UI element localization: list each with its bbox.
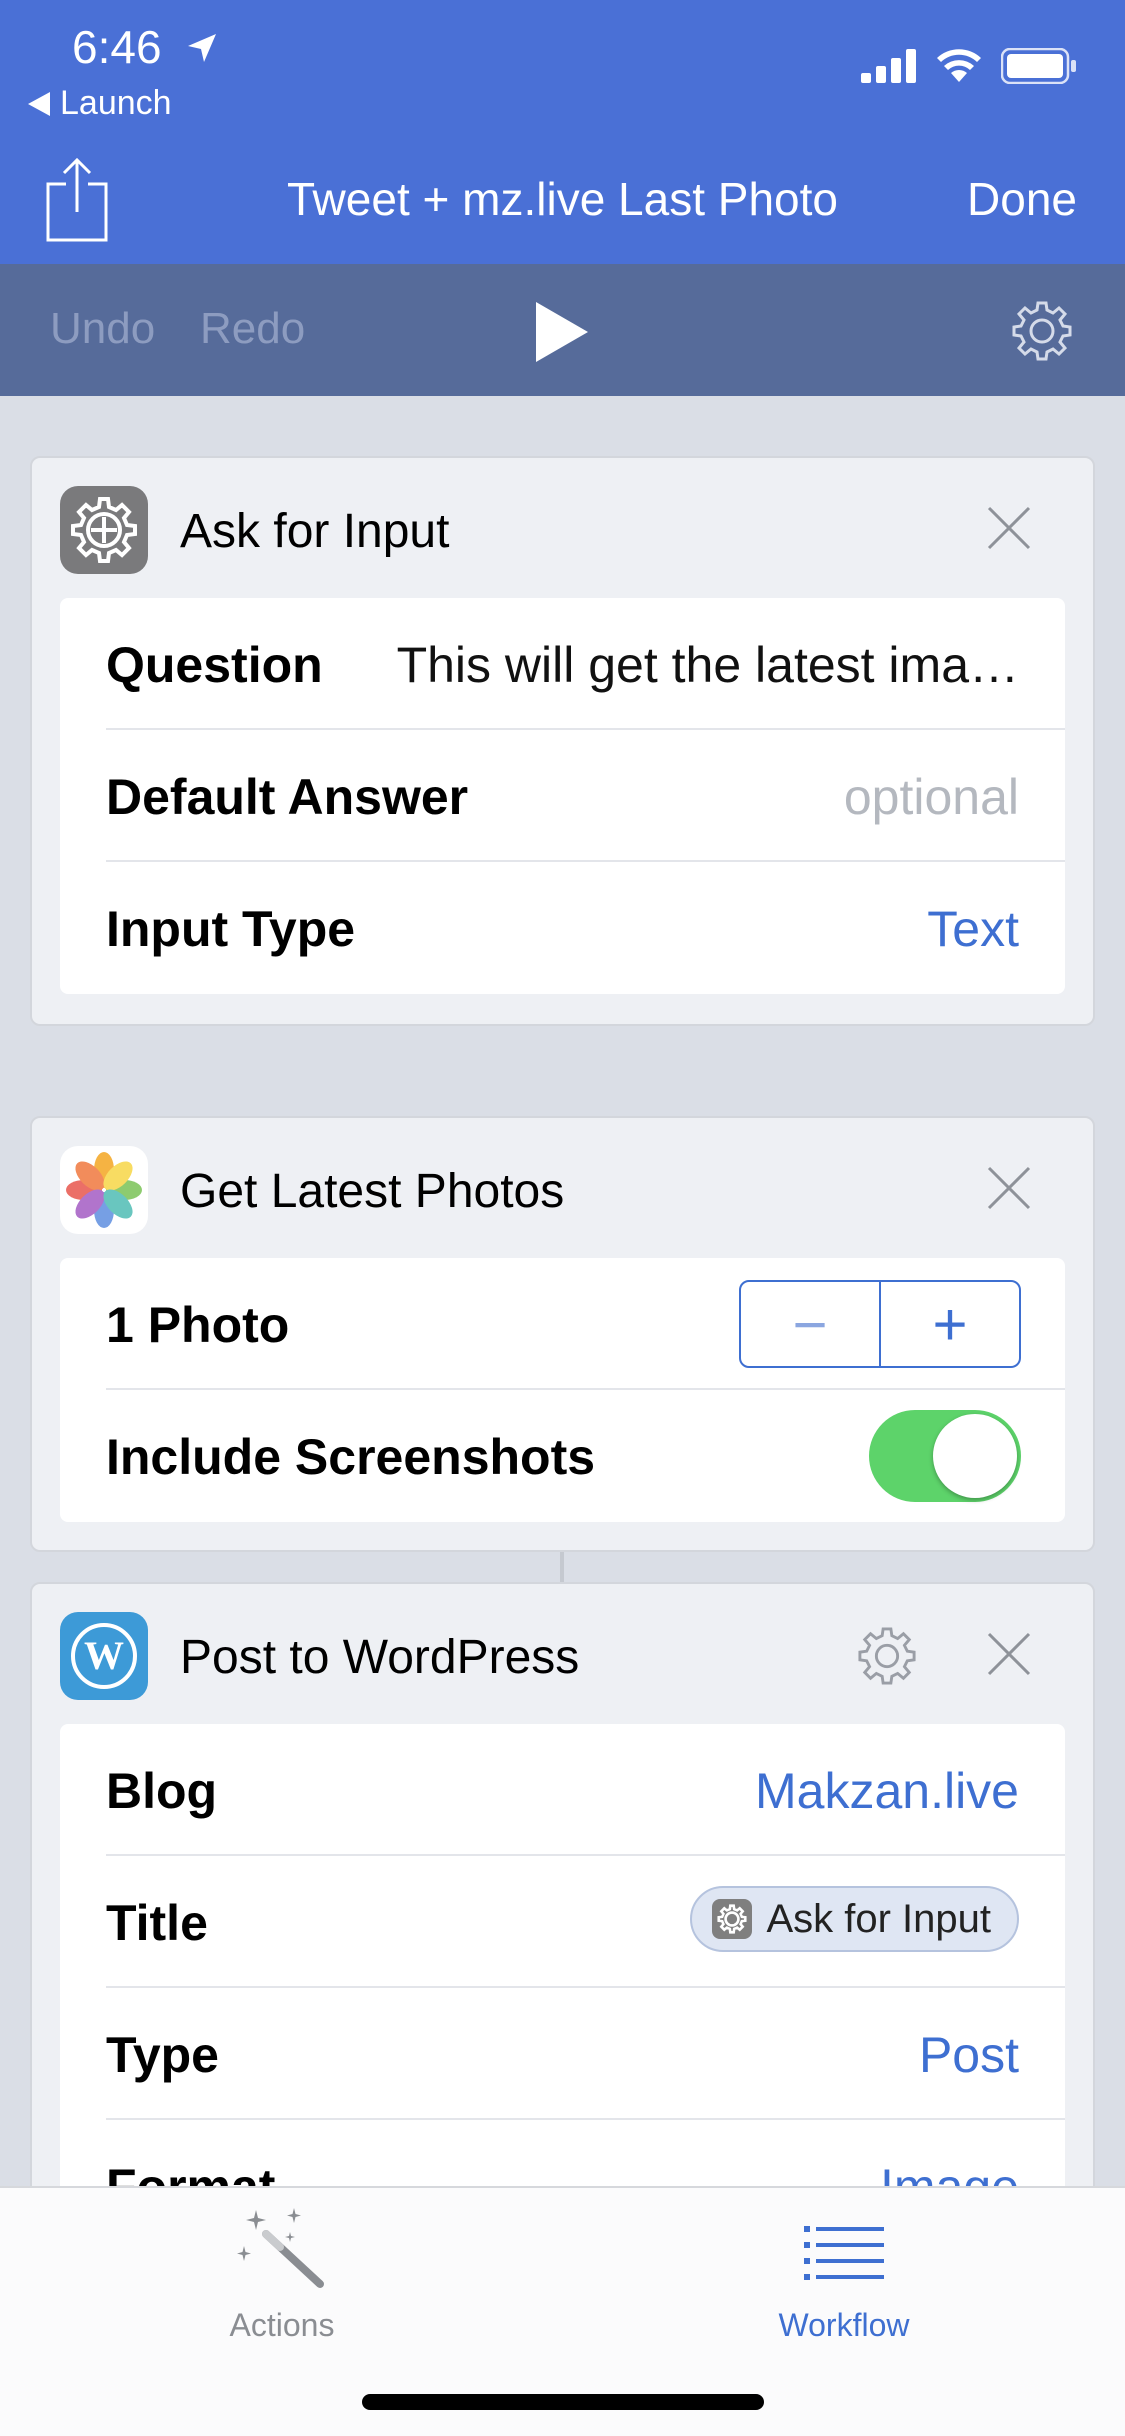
photos-icon [60,1146,148,1234]
navigation-bar: 6:46 Launch Tweet + mz.live Last Photo D… [0,0,1125,264]
close-icon[interactable] [987,1166,1031,1210]
title-row[interactable]: Title Ask for Input [106,1856,1065,1988]
row-label: Default Answer [106,769,469,825]
blog-value[interactable]: Makzan.live [755,1762,1019,1820]
photo-count-row: 1 Photo − + [106,1258,1065,1390]
list-icon [804,2226,884,2280]
magic-wand-icon [237,2208,324,2288]
card-header: Ask for Input [32,458,1093,598]
back-to-launch-button[interactable]: Launch [28,84,172,123]
svg-text:W: W [84,1633,124,1678]
gear-icon[interactable] [857,1626,917,1686]
card-title: Get Latest Photos [180,1165,565,1218]
input-type-value[interactable]: Text [927,900,1019,958]
action-card-get-latest-photos: Get Latest Photos 1 Photo − + Include Sc… [30,1116,1095,1552]
back-triangle-icon [28,91,50,116]
include-screenshots-row: Include Screenshots [106,1390,1065,1522]
row-label: Blog [106,1763,218,1819]
tab-label: Workflow [778,2307,910,2343]
input-type-row[interactable]: Input Type Text [106,862,1065,994]
card-title: Ask for Input [180,505,450,558]
increment-button[interactable]: + [881,1282,1019,1366]
type-value[interactable]: Post [919,2026,1019,2084]
question-value[interactable]: This will get the latest ima… [397,636,1019,694]
undo-button[interactable]: Undo [50,304,155,354]
card-parameters: Blog Makzan.live Title Ask for Input Typ… [60,1724,1065,2252]
settings-gear-icon [712,1899,753,1939]
status-icons [861,48,1077,84]
gear-icon[interactable] [1011,300,1073,362]
wifi-icon [937,49,981,82]
row-label: Include Screenshots [106,1429,596,1485]
play-icon[interactable] [534,300,590,364]
tab-label: Actions [229,2307,335,2343]
decrement-button[interactable]: − [741,1282,881,1366]
card-parameters: Question This will get the latest ima… D… [60,598,1065,994]
row-label: 1 Photo [106,1297,290,1353]
close-icon[interactable] [987,1632,1031,1676]
close-icon[interactable] [987,506,1031,550]
type-row[interactable]: Type Post [106,1988,1065,2120]
redo-button[interactable]: Redo [200,304,305,354]
token-label: Ask for Input [766,1896,991,1941]
row-label: Input Type [106,901,356,957]
back-label: Launch [60,84,172,122]
photo-count-stepper[interactable]: − + [739,1280,1021,1368]
row-label: Title [106,1895,208,1951]
status-time: 6:46 [72,21,162,73]
settings-gear-icon [60,486,148,574]
row-label: Type [106,2027,219,2083]
default-answer-row[interactable]: Default Answer optional [106,730,1065,862]
card-header: Get Latest Photos [32,1118,1093,1258]
magic-variable-token[interactable]: Ask for Input [690,1886,1019,1952]
blog-row[interactable]: Blog Makzan.live [106,1724,1065,1856]
action-card-ask-for-input: Ask for Input Question This will get the… [30,456,1095,1026]
action-connector [560,1552,564,1584]
card-title: Post to WordPress [180,1631,580,1684]
wordpress-icon: W [60,1612,148,1700]
card-parameters: 1 Photo − + Include Screenshots [60,1258,1065,1522]
tab-actions[interactable]: Actions [132,2206,432,2344]
question-row[interactable]: Question This will get the latest ima… [106,598,1065,730]
default-answer-field[interactable]: optional [844,768,1019,826]
include-screenshots-toggle[interactable] [869,1410,1021,1502]
signal-icon [861,49,916,83]
battery-icon [1001,48,1076,84]
done-button[interactable]: Done [967,172,1077,226]
home-indicator[interactable] [362,2394,764,2410]
toggle-knob [933,1414,1017,1498]
tab-workflow[interactable]: Workflow [694,2206,994,2344]
location-arrow-icon [188,34,216,62]
card-header: W Post to WordPress [32,1584,1093,1724]
workflow-title: Tweet + mz.live Last Photo [287,173,838,225]
row-label: Question [106,637,323,693]
